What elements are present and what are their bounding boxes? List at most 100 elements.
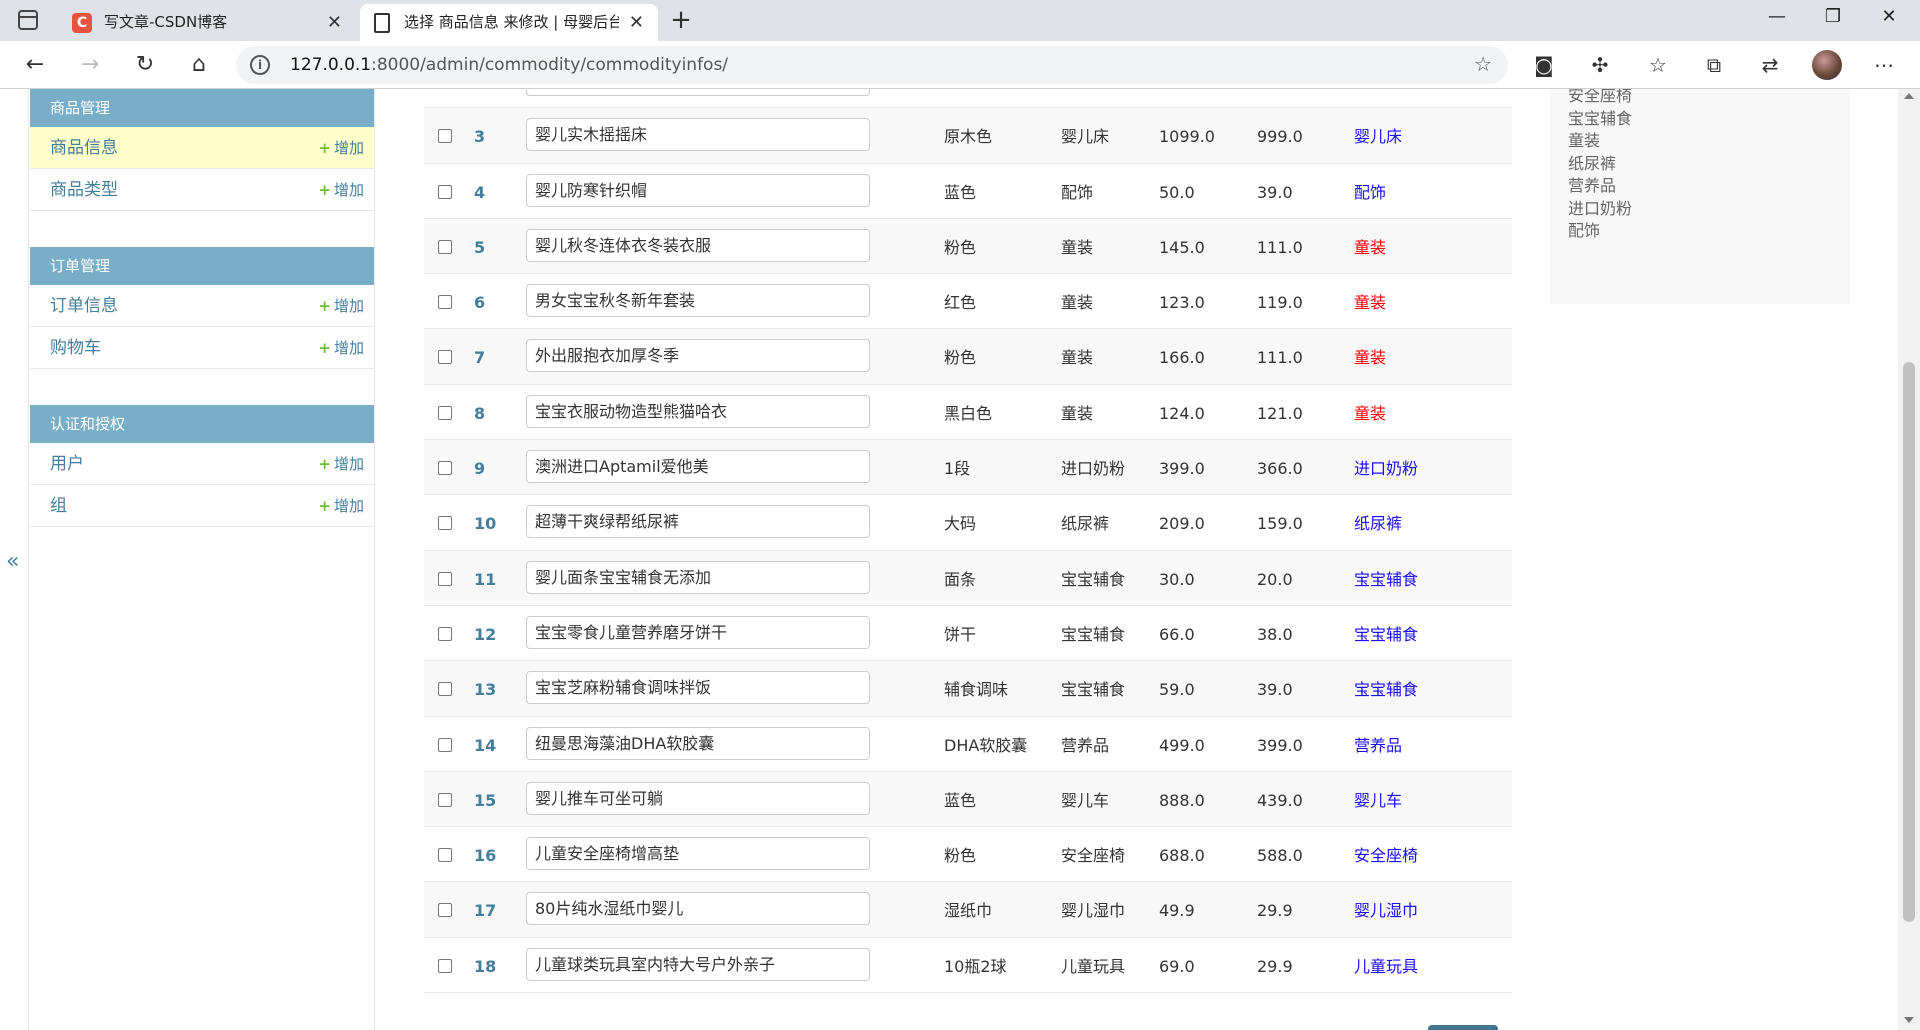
row-id-link[interactable]: 4 <box>474 183 485 203</box>
filter-item[interactable]: 纸尿裤 <box>1568 150 1616 174</box>
tab-csdn[interactable]: C 写文章-CSDN博客 ✕ <box>60 4 356 41</box>
row-checkbox[interactable] <box>438 626 452 641</box>
tab-close-icon[interactable]: ✕ <box>327 4 342 41</box>
filter-item[interactable]: 童装 <box>1568 127 1600 151</box>
name-input[interactable]: 婴儿推车可坐可躺 <box>526 781 870 815</box>
name-input[interactable]: 外出服抱衣加厚冬季 <box>526 339 870 373</box>
name-input[interactable]: 婴儿秋冬连体衣冬装衣服 <box>526 228 870 262</box>
row-id-link[interactable]: 3 <box>474 127 485 147</box>
sync-icon[interactable]: ⇄ <box>1756 51 1784 79</box>
minimize-icon[interactable]: — <box>1762 6 1792 27</box>
row-checkbox[interactable] <box>438 682 452 697</box>
sidebar-item-label[interactable]: 用户 <box>30 454 84 474</box>
extension-app-icon[interactable]: ◙ <box>1530 51 1558 79</box>
row-id-link[interactable]: 16 <box>474 846 496 866</box>
row-id-link[interactable]: 5 <box>474 238 485 258</box>
name-input[interactable]: 男女宝宝秋冬新年套装 <box>526 284 870 318</box>
row-checkbox[interactable] <box>438 295 452 310</box>
row-checkbox[interactable] <box>438 516 452 531</box>
refresh-icon[interactable]: ↻ <box>130 50 160 80</box>
more-menu-icon[interactable]: ⋯ <box>1870 51 1898 79</box>
row-id-link[interactable]: 17 <box>474 901 496 921</box>
sidebar-item-order-info[interactable]: 订单信息 + 增加 <box>30 285 374 327</box>
add-favorite-icon[interactable]: ☆ <box>1474 52 1492 76</box>
extensions-puzzle-icon[interactable]: ✣ <box>1586 51 1614 79</box>
tab-admin[interactable]: 选择 商品信息 来修改 | 母婴后台 ✕ <box>360 4 658 41</box>
module-caption[interactable]: 商品管理 <box>30 89 374 127</box>
row-id-link[interactable]: 6 <box>474 293 485 313</box>
row-id-link[interactable]: 12 <box>474 625 496 645</box>
row-checkbox[interactable] <box>438 405 452 420</box>
row-checkbox[interactable] <box>438 792 452 807</box>
name-input[interactable]: 婴儿实木摇摇床 <box>526 118 870 152</box>
row-checkbox[interactable] <box>438 239 452 254</box>
row-checkbox[interactable] <box>438 461 452 476</box>
row-id-link[interactable]: 11 <box>474 570 496 590</box>
row-id-link[interactable]: 9 <box>474 459 485 479</box>
name-input[interactable]: 澳洲进口Aptamil爱他美 <box>526 450 870 484</box>
sidebar-item-groups[interactable]: 组 + 增加 <box>30 485 374 527</box>
module-caption[interactable]: 认证和授权 <box>30 405 374 443</box>
scroll-up-arrow[interactable] <box>1904 93 1914 99</box>
row-checkbox[interactable] <box>438 737 452 752</box>
module-caption[interactable]: 订单管理 <box>30 247 374 285</box>
row-checkbox[interactable] <box>438 571 452 586</box>
site-info-icon[interactable]: i <box>250 55 270 75</box>
row-id-link[interactable]: 2 <box>474 89 485 92</box>
row-checkbox[interactable] <box>438 184 452 199</box>
add-link[interactable]: + 增加 <box>318 327 364 369</box>
name-input[interactable]: 纽曼思海藻油DHA软胶囊 <box>526 726 870 760</box>
name-input[interactable]: 80片纯水湿纸巾婴儿 <box>526 892 870 926</box>
back-icon[interactable]: ← <box>20 50 50 80</box>
scroll-down-arrow[interactable] <box>1904 1017 1914 1023</box>
name-input[interactable]: 宝宝衣服动物造型熊猫哈衣 <box>526 394 870 428</box>
sidebar-item-label[interactable]: 商品信息 <box>30 138 118 158</box>
filter-item[interactable]: 宝宝辅食 <box>1568 105 1632 129</box>
sidebar-item-label[interactable]: 组 <box>30 496 67 516</box>
forward-icon[interactable]: → <box>75 50 105 80</box>
row-id-link[interactable]: 7 <box>474 348 485 368</box>
home-icon[interactable]: ⌂ <box>184 50 214 80</box>
row-id-link[interactable]: 10 <box>474 514 496 534</box>
save-button[interactable] <box>1428 1025 1498 1030</box>
new-tab-icon[interactable]: + <box>666 5 696 35</box>
name-input[interactable]: 超薄干爽绿帮纸尿裤 <box>526 505 870 539</box>
name-input[interactable]: 儿童安全座椅增高垫 <box>526 837 870 871</box>
sidebar-item-users[interactable]: 用户 + 增加 <box>30 443 374 485</box>
profile-avatar[interactable] <box>1812 50 1842 80</box>
sidebar-item-label[interactable]: 商品类型 <box>30 180 118 200</box>
scrollbar-thumb[interactable] <box>1903 362 1915 922</box>
filter-item[interactable]: 配饰 <box>1568 217 1600 241</box>
sidebar-item-cart[interactable]: 购物车 + 增加 <box>30 327 374 369</box>
sidebar-item-label[interactable]: 订单信息 <box>30 296 118 316</box>
tab-close-icon[interactable]: ✕ <box>629 4 644 41</box>
row-checkbox[interactable] <box>438 848 452 863</box>
row-id-link[interactable]: 14 <box>474 736 496 756</box>
add-link[interactable]: + 增加 <box>318 443 364 485</box>
address-bar[interactable]: i 127.0.0.1:8000/admin/commodity/commodi… <box>236 46 1508 84</box>
name-input[interactable]: 儿童长袖加厚防寒加绒衫 <box>526 89 870 96</box>
restore-icon[interactable]: ❐ <box>1818 6 1848 27</box>
collections-icon[interactable]: ⧉ <box>1700 51 1728 79</box>
window-close-icon[interactable]: ✕ <box>1874 6 1904 27</box>
url-text[interactable]: 127.0.0.1:8000/admin/commodity/commodity… <box>290 46 728 84</box>
row-checkbox[interactable] <box>438 958 452 973</box>
collapse-sidebar-toggle[interactable]: « <box>6 549 19 574</box>
add-link[interactable]: + 增加 <box>318 169 364 211</box>
add-link[interactable]: + 增加 <box>318 127 364 169</box>
row-checkbox[interactable] <box>438 350 452 365</box>
row-id-link[interactable]: 18 <box>474 957 496 977</box>
add-link[interactable]: + 增加 <box>318 485 364 527</box>
sidebar-item-commodity-type[interactable]: 商品类型 + 增加 <box>30 169 374 211</box>
name-input[interactable]: 儿童球类玩具室内特大号户外亲子 <box>526 947 870 981</box>
row-id-link[interactable]: 8 <box>474 404 485 424</box>
name-input[interactable]: 婴儿防寒针织帽 <box>526 173 870 207</box>
add-link[interactable]: + 增加 <box>318 285 364 327</box>
favorites-icon[interactable]: ☆ <box>1644 51 1672 79</box>
name-input[interactable]: 宝宝芝麻粉辅食调味拌饭 <box>526 671 870 705</box>
filter-item[interactable]: 安全座椅 <box>1568 89 1632 106</box>
row-checkbox[interactable] <box>438 129 452 144</box>
row-id-link[interactable]: 15 <box>474 791 496 811</box>
name-input[interactable]: 宝宝零食儿童营养磨牙饼干 <box>526 615 870 649</box>
filter-item[interactable]: 进口奶粉 <box>1568 195 1632 219</box>
